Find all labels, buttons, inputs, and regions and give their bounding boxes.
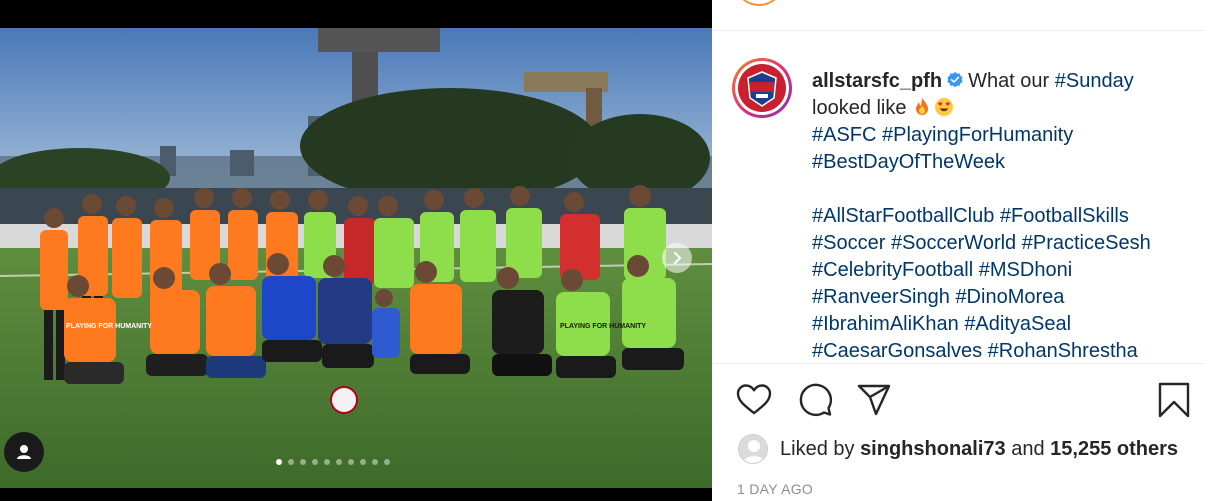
tagged-users-button[interactable] xyxy=(4,432,44,472)
bib-text-2: PLAYING FOR HUMANITY xyxy=(560,323,646,330)
previous-avatar[interactable] xyxy=(736,0,782,6)
bookmark-icon xyxy=(1158,382,1190,418)
team-photo-illustration: PLAYING FOR HUMANITY PLAYING FOR HUMANIT… xyxy=(0,28,712,488)
club-logo-icon xyxy=(738,64,786,112)
comment-button[interactable] xyxy=(797,382,833,418)
hashtag-link[interactable]: #Soccer xyxy=(812,232,885,254)
post-media-panel: PLAYING FOR HUMANITY PLAYING FOR HUMANIT… xyxy=(0,0,712,501)
carousel-dot xyxy=(360,459,366,465)
section-divider xyxy=(712,363,1205,364)
hashtag-link[interactable]: #SoccerWorld xyxy=(891,232,1016,254)
hashtag-link[interactable]: #CaesarGonsalves xyxy=(812,340,982,362)
hashtag-link[interactable]: #PracticeSesh xyxy=(1022,232,1151,254)
heart-icon xyxy=(736,384,772,415)
hashtag-sunday[interactable]: #Sunday xyxy=(1055,70,1134,92)
hashtag-link[interactable]: #RanveerSingh xyxy=(812,286,950,308)
caption-area: allstarsfc_pfh What our #Sunday looked li… xyxy=(712,32,1205,364)
chevron-right-icon xyxy=(674,252,681,264)
caption-intro: What our xyxy=(968,70,1055,92)
carousel-dot xyxy=(348,459,354,465)
hashtag-link[interactable]: #IbrahimAliKhan xyxy=(812,313,959,335)
liked-by-others[interactable]: 15,255 others xyxy=(1050,438,1178,460)
hashtag-link[interactable]: #AdityaSeal xyxy=(964,313,1071,335)
likes-summary: Liked by singhshonali73 and 15,255 other… xyxy=(738,434,1178,464)
carousel-dot xyxy=(372,459,378,465)
hashtag-link[interactable]: #RohanShrestha xyxy=(988,340,1138,362)
comment-icon xyxy=(799,383,833,417)
carousel-dot xyxy=(384,459,390,465)
hashtag-link[interactable]: #PlayingForHumanity xyxy=(882,124,1073,146)
heart-eyes-emoji-icon xyxy=(935,98,954,116)
hashtag-link[interactable]: #BestDayOfTheWeek xyxy=(812,151,1005,173)
hashtag-link[interactable]: #DinoMorea xyxy=(955,286,1064,308)
post-photo[interactable]: PLAYING FOR HUMANITY PLAYING FOR HUMANIT… xyxy=(0,28,712,488)
carousel-dot xyxy=(312,459,318,465)
profile-avatar[interactable] xyxy=(732,58,792,118)
liked-by-prefix: Liked by xyxy=(780,437,861,460)
carousel-indicator xyxy=(276,459,390,465)
like-button[interactable] xyxy=(736,382,772,418)
user-tag-icon xyxy=(17,445,31,459)
post-caption: allstarsfc_pfh What our #Sunday looked li… xyxy=(812,68,1192,364)
football xyxy=(330,386,358,414)
likes-text: Liked by singhshonali73 and 15,255 other… xyxy=(780,438,1178,461)
post-details-panel: allstarsfc_pfh What our #Sunday looked li… xyxy=(712,0,1205,501)
liked-by-and: and xyxy=(1005,437,1051,460)
post-actions xyxy=(736,382,1191,418)
fire-emoji-icon xyxy=(916,98,929,115)
liker-avatar[interactable] xyxy=(738,434,768,464)
liked-by-user[interactable]: singhshonali73 xyxy=(860,438,1006,460)
share-button[interactable] xyxy=(856,382,892,418)
paper-plane-icon xyxy=(857,384,891,416)
bib-text-1: PLAYING FOR HUMANITY xyxy=(66,323,152,330)
caption-looked: looked like xyxy=(812,97,913,119)
carousel-next-button[interactable] xyxy=(662,243,692,273)
hashtag-link[interactable]: #ASFC xyxy=(812,124,876,146)
default-user-icon xyxy=(743,440,765,463)
carousel-dot xyxy=(336,459,342,465)
previous-comment-strip xyxy=(712,0,1205,31)
carousel-dot xyxy=(300,459,306,465)
post-username[interactable]: allstarsfc_pfh xyxy=(812,70,942,92)
carousel-dot xyxy=(288,459,294,465)
hashtag-link[interactable]: #MSDhoni xyxy=(979,259,1072,281)
hashtag-link[interactable]: #AllStarFootballClub xyxy=(812,205,994,227)
post-timestamp[interactable]: 1 DAY AGO xyxy=(737,481,813,497)
hashtag-link[interactable]: #CelebrityFootball xyxy=(812,259,973,281)
carousel-dot xyxy=(324,459,330,465)
save-button[interactable] xyxy=(1156,382,1192,418)
hashtag-link[interactable]: #FootballSkills xyxy=(1000,205,1129,227)
carousel-dot xyxy=(276,459,282,465)
verified-badge-icon xyxy=(947,72,963,88)
